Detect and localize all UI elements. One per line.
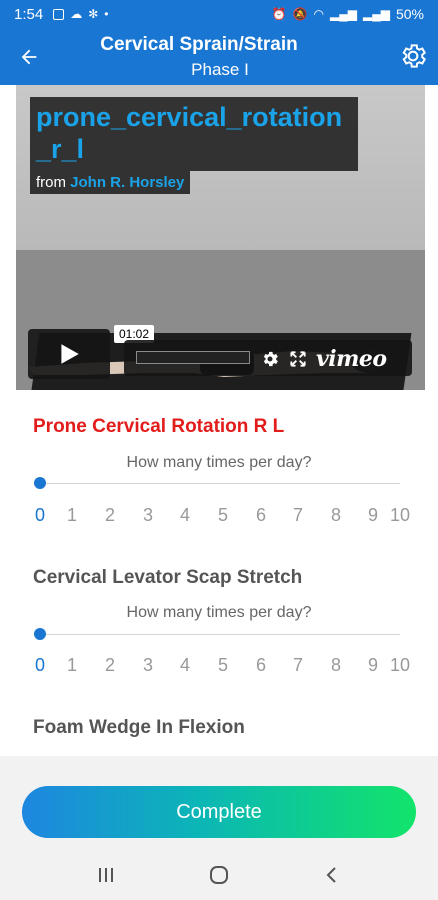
dot-icon: • <box>104 7 109 21</box>
cloud-icon: ☁ <box>70 7 83 21</box>
home-icon[interactable] <box>204 860 234 890</box>
from-label: from <box>36 174 66 191</box>
tick-label[interactable]: 9 <box>368 655 378 676</box>
frequency-slider-thumb[interactable] <box>34 628 46 640</box>
tick-label[interactable]: 5 <box>218 505 228 526</box>
notification-icons: ☁ ✻ • <box>53 7 108 21</box>
system-nav-bar <box>0 850 438 900</box>
gallery-icon <box>53 8 65 20</box>
exercise-title: Cervical Levator Scap Stretch <box>33 567 303 588</box>
tick-label[interactable]: 0 <box>35 655 45 676</box>
status-bar: 1:54 ☁ ✻ • ⏰ 🔕 ◠ ▂▄▆ ▂▄▆ 50% <box>0 0 438 28</box>
complete-button[interactable]: Complete <box>22 786 416 838</box>
fan-icon: ✻ <box>88 7 99 21</box>
video-player[interactable]: prone_cervical_rotation_r_l from John R.… <box>16 85 425 390</box>
gear-icon[interactable] <box>260 349 280 369</box>
tick-label[interactable]: 10 <box>390 655 410 676</box>
video-progress-bar[interactable] <box>136 351 250 364</box>
page-subtitle: Phase I <box>191 60 249 79</box>
tick-label[interactable]: 10 <box>390 505 410 526</box>
tick-label[interactable]: 2 <box>105 655 115 676</box>
signal-icon: ▂▄▆ <box>330 7 357 21</box>
tick-label[interactable]: 4 <box>180 505 190 526</box>
tick-label[interactable]: 2 <box>105 505 115 526</box>
tick-label[interactable]: 4 <box>180 655 190 676</box>
system-icons: ⏰ 🔕 ◠ ▂▄▆ ▂▄▆ 50% <box>272 6 424 22</box>
tick-label[interactable]: 7 <box>293 655 303 676</box>
battery-level: 50% <box>395 6 424 22</box>
exercise-question: How many times per day? <box>126 604 312 621</box>
recent-apps-icon[interactable] <box>91 860 121 890</box>
fullscreen-icon[interactable] <box>288 349 308 369</box>
settings-gear-icon[interactable] <box>398 41 428 71</box>
exercise-question: How many times per day? <box>126 454 312 471</box>
vimeo-logo[interactable]: vimeo <box>316 346 387 372</box>
play-icon <box>61 344 79 364</box>
app-bar: Cervical Sprain/Strain Phase I <box>0 28 438 85</box>
video-title-box: prone_cervical_rotation_r_l <box>30 97 358 171</box>
frequency-tick-labels: 0 1 2 3 4 5 6 7 8 9 10 <box>0 505 438 527</box>
tick-label[interactable]: 6 <box>256 505 266 526</box>
tick-label[interactable]: 3 <box>143 505 153 526</box>
tick-label[interactable]: 1 <box>67 655 77 676</box>
page-title: Cervical Sprain/Strain <box>100 34 298 55</box>
mute-icon: 🔕 <box>292 7 308 21</box>
alarm-icon: ⏰ <box>271 7 287 21</box>
tick-label[interactable]: 6 <box>256 655 266 676</box>
exercise-title: Foam Wedge In Flexion <box>33 717 245 738</box>
video-title[interactable]: prone_cervical_rotation_r_l <box>36 101 352 165</box>
wifi-icon: ◠ <box>313 7 325 21</box>
video-control-icons: vimeo <box>260 346 387 372</box>
tick-label[interactable]: 5 <box>218 655 228 676</box>
video-byline: from John R. Horsley <box>30 171 191 194</box>
signal-icon-2: ▂▄▆ <box>363 7 390 21</box>
back-icon[interactable] <box>317 860 347 890</box>
frequency-slider-track[interactable] <box>40 483 400 484</box>
frequency-tick-labels: 0 1 2 3 4 5 6 7 8 9 10 <box>0 655 438 677</box>
play-button[interactable] <box>28 329 110 379</box>
tick-label[interactable]: 9 <box>368 505 378 526</box>
video-author[interactable]: John R. Horsley <box>70 174 184 191</box>
status-time: 1:54 <box>14 5 44 23</box>
tick-label[interactable]: 1 <box>67 505 77 526</box>
video-controls: vimeo <box>124 340 412 376</box>
frequency-slider-track[interactable] <box>40 634 400 635</box>
tick-label[interactable]: 7 <box>293 505 303 526</box>
tick-label[interactable]: 8 <box>331 655 341 676</box>
tick-label[interactable]: 3 <box>143 655 153 676</box>
frequency-slider-thumb[interactable] <box>34 477 46 489</box>
app-root: 1:54 ☁ ✻ • ⏰ 🔕 ◠ ▂▄▆ ▂▄▆ 50% Cervical Sp… <box>0 0 438 900</box>
tick-label[interactable]: 0 <box>35 505 45 526</box>
tick-label[interactable]: 8 <box>331 505 341 526</box>
exercise-title: Prone Cervical Rotation R L <box>33 416 285 437</box>
